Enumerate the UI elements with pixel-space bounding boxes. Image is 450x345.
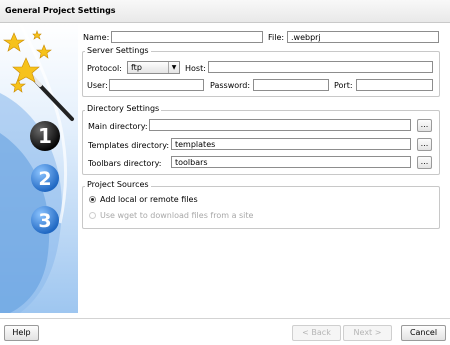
server-settings-legend: Server Settings: [85, 46, 151, 55]
project-sources-legend: Project Sources: [85, 180, 151, 189]
add-files-label[interactable]: Add local or remote files: [100, 195, 198, 204]
templates-directory-browse-button[interactable]: ...: [417, 138, 432, 151]
password-label: Password:: [210, 81, 251, 90]
step-2-icon: 2: [31, 164, 59, 192]
svg-text:3: 3: [38, 210, 51, 232]
protocol-select[interactable]: ftp ▼: [127, 61, 180, 74]
password-input[interactable]: [253, 79, 329, 91]
port-label: Port:: [334, 81, 353, 90]
step-1-icon: 1: [30, 121, 60, 151]
name-input[interactable]: [111, 31, 263, 43]
wget-label[interactable]: Use wget to download files from a site: [100, 211, 253, 220]
project-settings-dialog: General Project Settings 1 2 3 Name: Fil…: [0, 0, 450, 345]
protocol-value: ftp: [131, 63, 142, 72]
svg-text:2: 2: [38, 168, 51, 190]
toolbars-directory-label: Toolbars directory:: [88, 159, 162, 168]
wget-radio[interactable]: [89, 212, 96, 219]
user-input[interactable]: [109, 79, 204, 91]
chevron-down-icon: ▼: [168, 62, 179, 73]
user-label: User:: [87, 81, 108, 90]
svg-text:1: 1: [38, 124, 52, 148]
toolbars-directory-input[interactable]: toolbars: [171, 156, 411, 168]
cancel-button[interactable]: Cancel: [401, 325, 446, 341]
templates-directory-label: Templates directory:: [88, 141, 170, 150]
main-directory-label: Main directory:: [88, 122, 148, 131]
help-button[interactable]: Help: [4, 325, 39, 341]
project-sources-group: [82, 186, 440, 229]
file-label: File:: [268, 33, 285, 42]
toolbars-directory-browse-button[interactable]: ...: [417, 156, 432, 169]
host-input[interactable]: [208, 61, 433, 73]
host-label: Host:: [185, 64, 206, 73]
add-files-radio[interactable]: [89, 196, 96, 203]
port-input[interactable]: [356, 79, 433, 91]
step-3-icon: 3: [31, 206, 59, 234]
main-directory-input[interactable]: [149, 119, 411, 131]
back-button[interactable]: < Back: [292, 325, 341, 341]
file-input[interactable]: .webprj: [287, 31, 439, 43]
dialog-title: General Project Settings: [5, 6, 116, 15]
main-directory-browse-button[interactable]: ...: [417, 119, 432, 132]
name-label: Name:: [83, 33, 110, 42]
next-button[interactable]: Next >: [343, 325, 392, 341]
protocol-label: Protocol:: [87, 64, 122, 73]
footer-divider: [0, 318, 450, 319]
title-bar: General Project Settings: [0, 0, 450, 23]
directory-settings-legend: Directory Settings: [85, 104, 162, 113]
templates-directory-input[interactable]: templates: [171, 138, 411, 150]
wizard-side-panel: 1 2 3: [0, 23, 78, 313]
